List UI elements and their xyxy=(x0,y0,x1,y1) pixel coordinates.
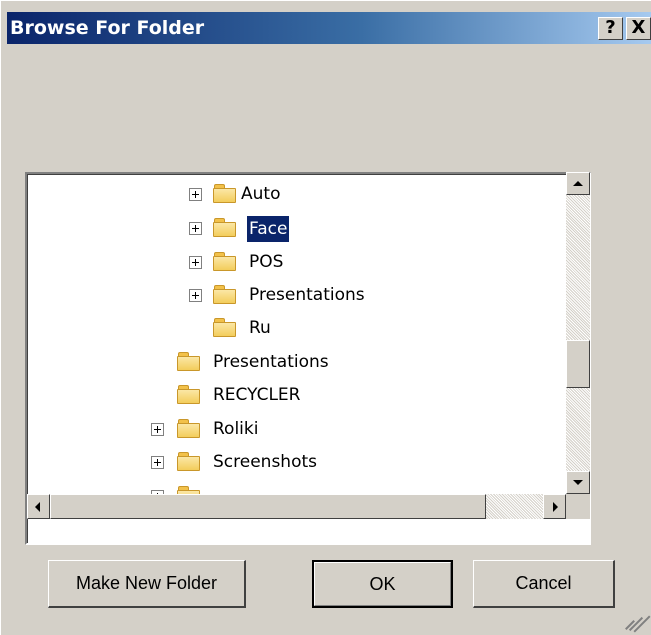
folder-tree-canvas: Auto Face POS Presentations Ru Presentat… xyxy=(27,174,589,543)
horizontal-scroll-thumb[interactable] xyxy=(50,494,486,519)
tree-item-label: Face xyxy=(247,216,290,242)
scroll-right-button[interactable] xyxy=(543,494,566,519)
tree-item-label: RECYCLER xyxy=(213,385,301,405)
tree-item-label: Roliki xyxy=(213,419,259,439)
expand-plus-icon[interactable] xyxy=(189,188,202,201)
folder-icon xyxy=(213,184,237,204)
expand-plus-icon[interactable] xyxy=(189,222,202,235)
expand-plus-icon[interactable] xyxy=(151,456,164,469)
tree-item-label: Auto xyxy=(241,184,281,204)
tree-item-label: Presentations xyxy=(213,352,329,372)
ok-button-label: OK xyxy=(369,574,396,594)
title-bar[interactable]: Browse For Folder ? X xyxy=(7,12,651,44)
scroll-up-button[interactable] xyxy=(566,172,590,195)
scroll-down-button[interactable] xyxy=(566,471,590,494)
folder-icon xyxy=(177,419,201,439)
help-button[interactable]: ? xyxy=(598,17,623,40)
folder-icon xyxy=(177,352,201,372)
folder-icon xyxy=(213,318,237,338)
vertical-scrollbar[interactable] xyxy=(566,172,590,494)
folder-icon xyxy=(177,452,201,472)
vertical-scroll-thumb[interactable] xyxy=(566,340,590,388)
window-title: Browse For Folder xyxy=(10,17,205,39)
folder-icon xyxy=(213,252,237,272)
folder-icon xyxy=(177,385,201,405)
ok-button[interactable]: OK xyxy=(312,560,453,608)
scroll-up-arrow-icon xyxy=(573,181,583,186)
close-button[interactable]: X xyxy=(626,17,651,40)
scroll-left-button[interactable] xyxy=(27,494,50,519)
expand-plus-icon[interactable] xyxy=(189,289,202,302)
resize-grip-icon[interactable] xyxy=(625,610,651,633)
tree-item-label: Screenshots xyxy=(213,452,318,472)
folder-icon xyxy=(213,285,237,305)
scrollbar-corner xyxy=(566,494,590,519)
scroll-left-arrow-icon xyxy=(35,502,40,512)
folder-tree[interactable]: Auto Face POS Presentations Ru Presentat… xyxy=(25,172,591,545)
folder-icon xyxy=(213,218,237,238)
expand-plus-icon[interactable] xyxy=(189,256,202,269)
make-new-folder-button[interactable]: Make New Folder xyxy=(48,560,246,608)
expand-plus-icon[interactable] xyxy=(151,423,164,436)
close-icon: X xyxy=(631,17,646,38)
horizontal-scrollbar[interactable] xyxy=(27,494,566,519)
scroll-right-arrow-icon xyxy=(553,502,558,512)
tree-item-label: POS xyxy=(249,252,284,272)
tree-item-label: Presentations xyxy=(249,285,365,305)
cancel-button[interactable]: Cancel xyxy=(473,560,615,608)
tree-item-label: Ru xyxy=(249,318,271,338)
browse-for-folder-dialog: Browse For Folder ? X Auto Face POS Pres… xyxy=(0,0,651,635)
scroll-down-arrow-icon xyxy=(573,480,583,485)
help-icon: ? xyxy=(605,17,616,38)
